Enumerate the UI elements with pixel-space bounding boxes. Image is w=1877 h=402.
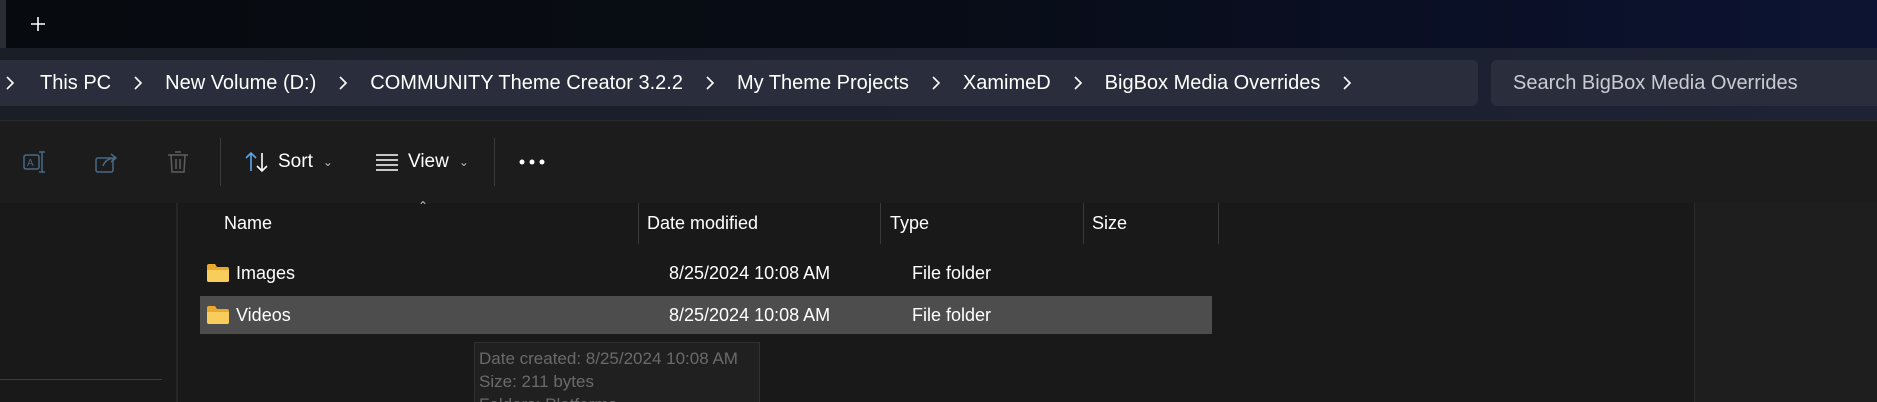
file-date-modified: 8/25/2024 10:08 AM <box>669 262 831 283</box>
folder-icon <box>207 306 229 324</box>
column-divider[interactable] <box>1083 203 1084 244</box>
view-icon <box>376 154 398 171</box>
chevron-right-icon[interactable] <box>1336 60 1358 106</box>
breadcrumb-item-bigbox-media-overrides[interactable]: BigBox Media Overrides <box>1099 60 1327 106</box>
delete-icon <box>168 151 188 173</box>
details-pane <box>1694 203 1877 402</box>
tooltip-folders: Folders: Platforms <box>479 393 759 402</box>
column-divider[interactable] <box>1218 203 1219 244</box>
share-icon <box>95 153 118 173</box>
tooltip-size: Size: 211 bytes <box>479 372 594 391</box>
address-row: This PC New Volume (D:) COMMUNITY Theme … <box>0 48 1877 120</box>
chevron-right-icon[interactable] <box>0 60 20 106</box>
toolbar-divider <box>220 138 221 186</box>
file-type: File folder <box>912 304 992 325</box>
title-bar <box>0 0 1877 48</box>
plus-icon <box>31 17 45 31</box>
nav-divider <box>0 379 162 380</box>
chevron-down-icon: ⌄ <box>458 155 469 169</box>
chevron-right-icon[interactable] <box>127 60 149 106</box>
column-divider[interactable] <box>638 203 639 244</box>
breadcrumb-item-this-pc[interactable]: This PC <box>34 60 117 106</box>
column-header-type[interactable]: Type <box>890 203 929 244</box>
breadcrumb-item-my-theme-projects[interactable]: My Theme Projects <box>731 60 915 106</box>
tab-edge <box>0 0 6 48</box>
breadcrumb-item-theme-creator[interactable]: COMMUNITY Theme Creator 3.2.2 <box>364 60 689 106</box>
breadcrumb-item-xamimed[interactable]: XamimeD <box>957 60 1057 106</box>
chevron-right-icon[interactable] <box>1067 60 1089 106</box>
column-divider[interactable] <box>880 203 881 244</box>
file-name: Images <box>236 262 296 283</box>
file-date-modified: 8/25/2024 10:08 AM <box>669 304 831 325</box>
navigation-pane[interactable] <box>0 203 178 402</box>
chevron-right-icon[interactable] <box>332 60 354 106</box>
view-label: View <box>408 151 449 172</box>
more-options-button[interactable] <box>515 145 549 179</box>
column-header-name[interactable]: Name <box>224 203 272 244</box>
svg-text:A: A <box>27 158 34 169</box>
chevron-right-icon[interactable] <box>699 60 721 106</box>
file-list[interactable]: ⌃ Name Date modified Type Size Images 8/… <box>178 199 1694 402</box>
search-box[interactable] <box>1491 60 1877 106</box>
sort-icon <box>245 151 268 173</box>
toolbar-divider <box>494 138 495 186</box>
folder-icon <box>207 264 229 282</box>
view-button[interactable]: View ⌄ <box>374 141 469 183</box>
rename-icon: A <box>23 151 45 173</box>
file-type: File folder <box>912 262 992 283</box>
more-icon <box>519 159 545 165</box>
new-tab-button[interactable] <box>22 6 54 42</box>
sort-button[interactable]: Sort ⌄ <box>244 141 333 183</box>
share-button[interactable] <box>90 145 124 179</box>
table-row[interactable]: Images 8/25/2024 10:08 AM File folder <box>200 254 1212 292</box>
sort-ascending-icon: ⌃ <box>418 199 429 213</box>
file-name: Videos <box>236 304 291 325</box>
chevron-down-icon: ⌄ <box>322 155 333 169</box>
delete-button[interactable] <box>161 145 195 179</box>
breadcrumb[interactable]: This PC New Volume (D:) COMMUNITY Theme … <box>0 60 1478 106</box>
chevron-right-icon[interactable] <box>925 60 947 106</box>
breadcrumb-item-new-volume[interactable]: New Volume (D:) <box>159 60 322 106</box>
rename-button[interactable]: A <box>18 145 52 179</box>
folder-info-tooltip: Date created: 8/25/2024 10:08 AM Size: 2… <box>474 342 760 402</box>
search-input[interactable] <box>1491 70 1875 96</box>
sort-label: Sort <box>278 151 313 172</box>
table-row[interactable]: Videos 8/25/2024 10:08 AM File folder <box>200 296 1212 334</box>
column-header-date-modified[interactable]: Date modified <box>647 203 758 244</box>
tooltip-date-created: Date created: 8/25/2024 10:08 AM <box>479 349 738 368</box>
command-bar: A Sort ⌄ View ⌄ <box>0 120 1877 204</box>
column-header-size[interactable]: Size <box>1092 203 1127 244</box>
